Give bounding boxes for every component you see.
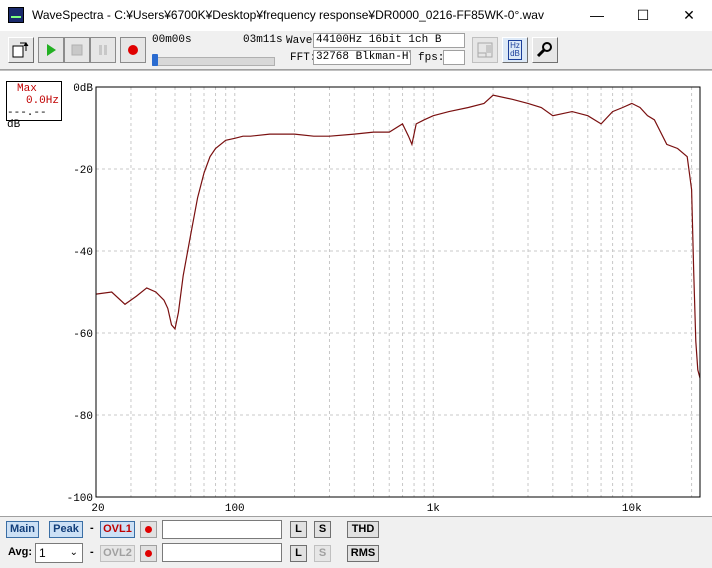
record-button[interactable]: [120, 37, 146, 63]
max-label: Max: [17, 83, 37, 95]
y-tick-label: -80: [73, 411, 93, 423]
play-button[interactable]: [38, 37, 64, 63]
fps-value: [443, 50, 465, 65]
ovl2-record-button[interactable]: [140, 545, 157, 562]
open-file-icon: [12, 42, 29, 58]
grid-button[interactable]: [472, 37, 498, 63]
y-tick-label: -60: [73, 329, 93, 341]
fft-info: 32768 Blkman-H7: [313, 50, 411, 65]
x-tick-label: 1k: [427, 503, 441, 515]
ovl2-l-button[interactable]: L: [290, 545, 307, 562]
record-icon: [128, 45, 138, 55]
settings-wrench-icon: [536, 42, 552, 58]
grid-icon: [477, 42, 493, 58]
max-readout: Max 0.0Hz ---.--dB: [6, 81, 62, 131]
ovl2-button[interactable]: OVL2: [100, 545, 135, 562]
stop-icon: [71, 44, 83, 56]
hz-db-icon: Hz dB: [508, 40, 522, 60]
avg-value: 1: [39, 546, 46, 560]
y-tick-label: -40: [73, 247, 93, 259]
avg-label: Avg:: [8, 546, 33, 558]
position-track[interactable]: [152, 57, 275, 66]
ovl1-button[interactable]: OVL1: [100, 521, 135, 538]
hz-db-button[interactable]: Hz dB: [502, 37, 528, 63]
ovl2-s-button[interactable]: S: [314, 545, 331, 562]
dash-separator-1: -: [90, 522, 94, 534]
x-tick-label: 10k: [622, 503, 642, 515]
title-bar: WaveSpectra - C:¥Users¥6700K¥Desktop¥fre…: [0, 0, 712, 31]
db-label: dB: [510, 49, 520, 58]
frequency-response-line: [95, 94, 701, 379]
time-end: 03m11s: [243, 34, 283, 46]
position-thumb[interactable]: [152, 54, 158, 66]
close-button[interactable]: ✕: [666, 0, 712, 31]
ovl1-record-button[interactable]: [140, 521, 157, 538]
main-button[interactable]: Main: [6, 521, 39, 538]
settings-button[interactable]: [532, 37, 558, 63]
ovl1-field[interactable]: [162, 520, 282, 539]
max-level: ---.--dB: [7, 107, 47, 131]
time-start: 00m00s: [152, 34, 192, 46]
minimize-button[interactable]: —: [574, 0, 620, 31]
x-tick-label: 100: [225, 503, 245, 515]
y-tick-label: 0dB: [73, 83, 93, 95]
peak-button[interactable]: Peak: [49, 521, 83, 538]
spectrum-chart: 0dB -20 -40 -60 -80 -10020 100 1k 10k: [67, 83, 701, 515]
wave-info: 44100Hz 16bit 1ch B: [313, 33, 465, 48]
y-tick-label: -100: [67, 493, 93, 505]
stop-button[interactable]: [64, 37, 90, 63]
ovl1-s-button[interactable]: S: [314, 521, 331, 538]
spectrum-plot-area: 0dB -20 -40 -60 -80 -100 20 100 1k 10k: [0, 70, 712, 517]
x-tick-label: 20: [91, 503, 104, 515]
avg-select[interactable]: 1 ⌄: [35, 543, 83, 563]
ovl2-field[interactable]: [162, 543, 282, 562]
y-tick-label: -20: [73, 165, 93, 177]
fps-label: fps:: [418, 52, 445, 64]
thd-button[interactable]: THD: [347, 521, 379, 538]
max-freq: 0.0Hz: [25, 95, 59, 107]
chevron-down-icon: ⌄: [69, 547, 78, 558]
ovl1-l-button[interactable]: L: [290, 521, 307, 538]
toolbar: 00m00s 03m11s Wave: 44100Hz 16bit 1ch B …: [0, 31, 712, 70]
pause-icon: [99, 45, 107, 55]
dash-separator-2: -: [90, 546, 94, 558]
app-icon: [8, 7, 24, 23]
rms-button[interactable]: RMS: [347, 545, 379, 562]
window-title: WaveSpectra - C:¥Users¥6700K¥Desktop¥fre…: [32, 8, 544, 22]
maximize-button[interactable]: ☐: [620, 0, 666, 31]
open-file-button[interactable]: [8, 37, 34, 63]
play-icon: [47, 44, 56, 56]
pause-button[interactable]: [90, 37, 116, 63]
